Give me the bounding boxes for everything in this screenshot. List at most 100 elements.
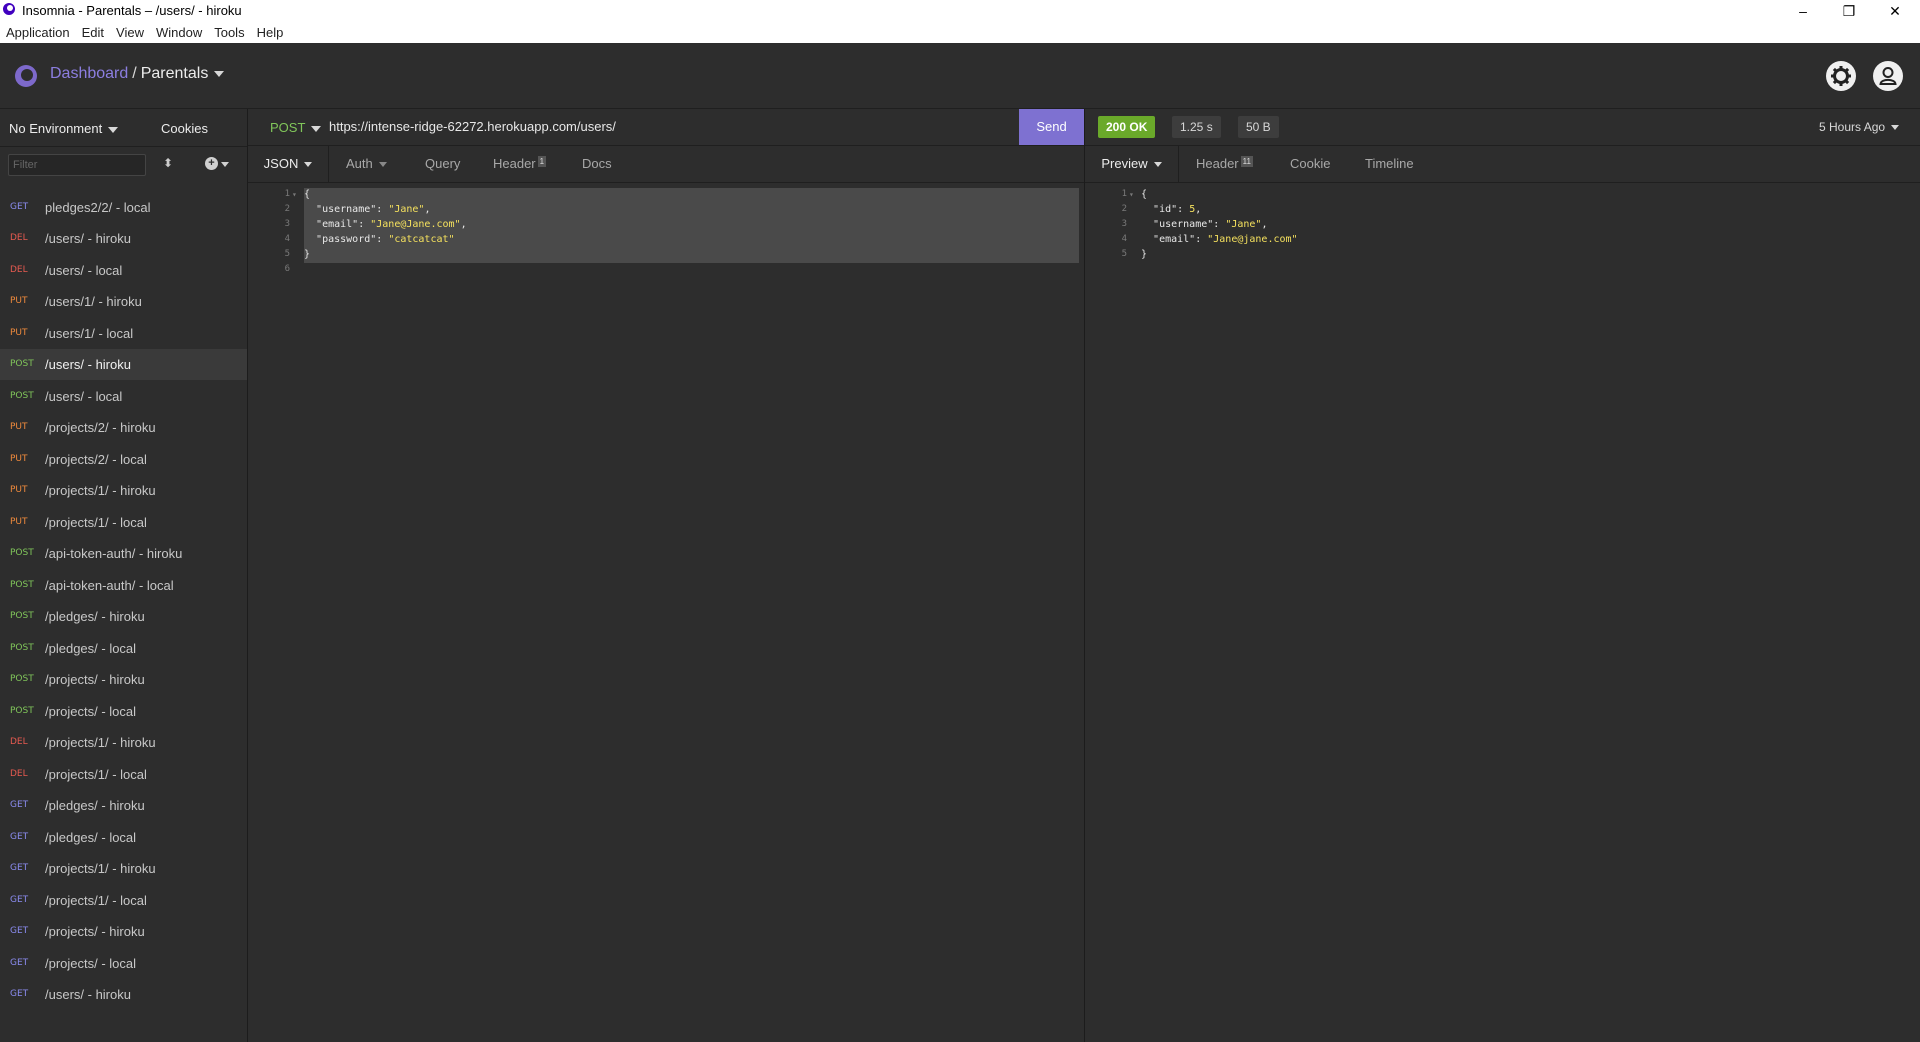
tab-body[interactable]: JSON	[248, 146, 329, 182]
request-name: /pledges/ - hiroku	[45, 609, 145, 624]
response-body-viewer[interactable]: 1 ▾{2 "id": 5, 3 "username": "Jane", 4 "ema…	[1085, 187, 1920, 262]
sidebar-request-item[interactable]: POST/pledges/ - local	[0, 633, 247, 664]
menu-edit[interactable]: Edit	[77, 22, 109, 40]
code-token: :	[376, 234, 389, 245]
sidebar-request-item[interactable]: GETpledges/2/ - hiroku	[0, 183, 247, 191]
code-token: :	[1213, 219, 1226, 230]
code-token: }	[1141, 249, 1148, 260]
dashboard-link[interactable]: Dashboard	[50, 65, 128, 82]
code-token: :	[1177, 204, 1190, 215]
tab-response-header-label: Header	[1196, 156, 1239, 171]
tab-docs[interactable]: Docs	[582, 146, 612, 182]
menu-view[interactable]: View	[111, 22, 149, 40]
code-text: "email": "Jane@jane.com"	[1141, 232, 1298, 247]
sidebar-request-item[interactable]: POST/users/ - hiroku	[0, 349, 247, 380]
sidebar-request-item[interactable]: GET pledges2/2/ - local	[0, 192, 247, 223]
environment-dropdown[interactable]: No Environment	[9, 121, 119, 136]
sidebar-request-item[interactable]: POST/projects/ - hiroku	[0, 664, 247, 695]
request-body-editor[interactable]: 1 ▾{2 "username": "Jane", 3 "email": "Jane…	[248, 187, 1084, 277]
response-status-bar: 200 OK 1.25 s 50 B 5 Hours Ago	[1085, 109, 1920, 146]
sidebar-request-item[interactable]: DEL/projects/1/ - hiroku	[0, 727, 247, 758]
sidebar-request-item[interactable]: PUT/projects/2/ - local	[0, 444, 247, 475]
sidebar-request-item[interactable]: POST/users/ - local	[0, 381, 247, 412]
fold-arrow-icon[interactable]: ▾	[1129, 187, 1134, 202]
workspace-dropdown[interactable]: Parentals	[141, 65, 225, 82]
minimize-icon[interactable]: –	[1780, 0, 1826, 22]
settings-button[interactable]	[1826, 61, 1856, 91]
close-icon[interactable]: ✕	[1872, 0, 1918, 22]
plus-circle-icon[interactable]: +	[205, 157, 218, 170]
chevron-down-icon	[108, 126, 119, 133]
tab-response-header[interactable]: Header 11	[1196, 146, 1253, 182]
code-token: :	[376, 204, 389, 215]
sidebar-request-item[interactable]: GET/pledges/ - hiroku	[0, 790, 247, 821]
sidebar-request-item[interactable]: PUT/projects/2/ - hiroku	[0, 412, 247, 443]
code-token: ,	[1261, 219, 1268, 230]
request-name: /projects/ - local	[45, 703, 137, 719]
url-input[interactable]: https://intense-ridge-62272.herokuapp.co…	[329, 119, 616, 134]
sidebar-request-item[interactable]: PUT/projects/1/ - hiroku	[0, 475, 247, 506]
restore-icon[interactable]: ❐	[1826, 0, 1872, 22]
code-text: "username": "Jane",	[1141, 217, 1267, 232]
sidebar-request-item[interactable]: GET/projects/1/ - local	[0, 885, 247, 916]
menu-bar: Application Edit View Window Tools Help	[0, 22, 1920, 44]
sidebar-request-item[interactable]: GET/pledges/ - local	[0, 822, 247, 853]
sidebar-request-item[interactable]: POST/api-token-auth/ - hiroku	[0, 538, 247, 569]
sidebar-request-item[interactable]: PUT/projects/1/ - local	[0, 507, 247, 538]
send-button[interactable]: Send	[1019, 109, 1084, 145]
header-count-badge: 1	[537, 156, 547, 167]
method-badge: POST	[10, 642, 34, 653]
code-line: 2 "username": "Jane",	[248, 202, 1084, 217]
request-name: /projects/ - hiroku	[45, 672, 145, 687]
sort-icon[interactable]: ⬍	[163, 156, 173, 170]
menu-application[interactable]: Application	[0, 22, 75, 40]
tab-query[interactable]: Query	[425, 146, 460, 182]
request-pane: POST https://intense-ridge-62272.herokua…	[248, 109, 1084, 1042]
filter-input[interactable]	[8, 154, 146, 176]
account-button[interactable]	[1873, 61, 1903, 91]
line-number: 5	[284, 249, 290, 259]
sidebar-request-item[interactable]: POST/pledges/ - hiroku	[0, 601, 247, 632]
menu-tools[interactable]: Tools	[209, 22, 249, 40]
method-badge: POST	[10, 359, 34, 369]
sidebar-request-item[interactable]: DEL/users/ - hiroku	[0, 223, 247, 254]
request-name: /projects/ - hiroku	[45, 924, 145, 939]
response-pane: 200 OK 1.25 s 50 B 5 Hours Ago Preview H…	[1085, 109, 1920, 1042]
chevron-down-icon[interactable]	[221, 162, 229, 167]
tab-auth[interactable]: Auth	[346, 146, 387, 182]
code-line: 3 "email": "Jane@Jane.com",	[248, 217, 1084, 232]
tab-body-label: JSON	[263, 156, 299, 171]
code-token: "Jane@jane.com"	[1207, 234, 1298, 245]
method-dropdown[interactable]: POST	[270, 120, 322, 135]
method-badge: DEL	[10, 737, 28, 747]
sidebar-request-item[interactable]: GET/users/ - hiroku	[0, 979, 247, 1010]
sidebar-request-item[interactable]: POST/projects/ - local	[0, 696, 247, 727]
code-text: "id": 5,	[1141, 202, 1201, 217]
sidebar-request-item[interactable]: PUT/users/1/ - local	[0, 318, 247, 349]
tab-preview[interactable]: Preview	[1085, 146, 1179, 182]
breadcrumb-separator: /	[132, 65, 137, 82]
menu-window[interactable]: Window	[151, 22, 207, 40]
tab-header[interactable]: Header 1	[493, 146, 547, 182]
response-history-dropdown[interactable]: 5 Hours Ago	[1819, 120, 1900, 134]
sidebar-request-item[interactable]: GET/projects/ - hiroku	[0, 916, 247, 947]
cookies-button[interactable]: Cookies	[161, 121, 208, 136]
sidebar-request-item[interactable]: GET/projects/ - local	[0, 948, 247, 979]
tab-timeline[interactable]: Timeline	[1365, 146, 1414, 182]
sidebar-request-item[interactable]: DEL/users/ - local	[0, 255, 247, 286]
request-name: /projects/1/ - hiroku	[45, 735, 156, 750]
menu-help[interactable]: Help	[252, 22, 289, 40]
method-badge: GET	[10, 863, 29, 873]
request-name: /api-token-auth/ - hiroku	[45, 546, 183, 561]
method-badge: POST	[10, 705, 34, 716]
tab-cookie[interactable]: Cookie	[1290, 146, 1330, 182]
sidebar-request-item[interactable]: DEL/projects/1/ - local	[0, 759, 247, 790]
sidebar-request-item[interactable]: GET/projects/1/ - hiroku	[0, 853, 247, 884]
request-name: /projects/2/ - local	[45, 451, 147, 467]
fold-arrow-icon[interactable]: ▾	[292, 187, 297, 202]
code-line: 1 ▾ {	[1085, 187, 1920, 202]
sidebar-request-item[interactable]: POST/api-token-auth/ - local	[0, 570, 247, 601]
sidebar-request-item[interactable]: PUT/users/1/ - hiroku	[0, 286, 247, 317]
